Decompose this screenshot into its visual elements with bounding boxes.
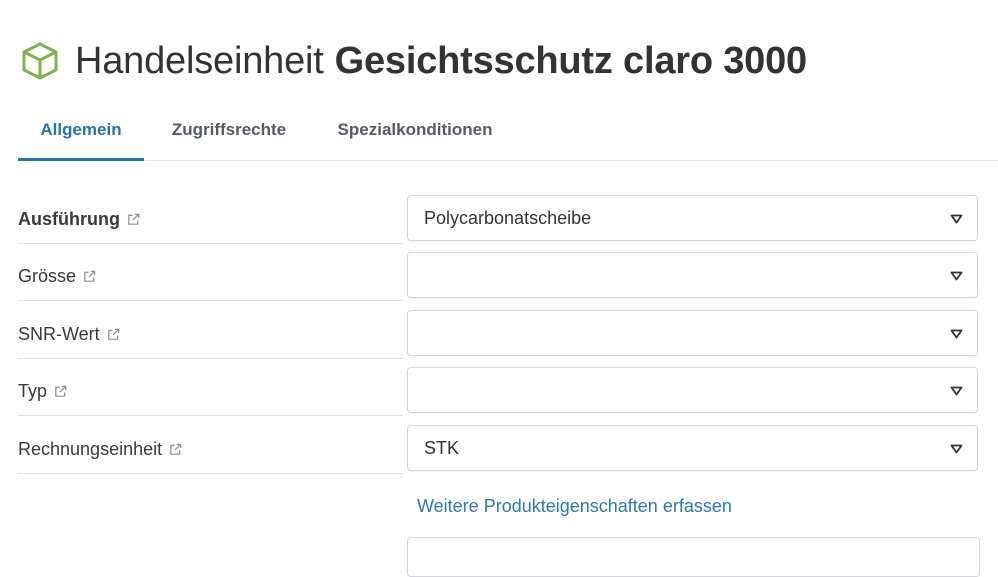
caret-down-icon <box>950 271 963 281</box>
external-link-icon[interactable] <box>82 269 97 284</box>
title-prefix: Handelseinheit <box>75 39 324 82</box>
page-title: Handelseinheit Gesichtsschutz claro 3000 <box>20 36 807 86</box>
field-label-text: Ausführung <box>18 208 120 229</box>
caret-down-icon <box>950 214 963 224</box>
next-field-input[interactable] <box>407 537 980 577</box>
caret-down-icon <box>950 329 963 339</box>
tab-spezialkonditionen[interactable]: Spezialkonditionen <box>322 100 508 159</box>
add-product-properties-link[interactable]: Weitere Produkteigenschaften erfassen <box>417 496 732 517</box>
field-label: Rechnungseinheit <box>18 425 403 474</box>
caret-down-icon <box>950 386 963 396</box>
field-label: Ausführung <box>18 195 403 244</box>
form-row-rechnungseinheit: Rechnungseinheit STK <box>18 425 980 475</box>
select-value: STK <box>424 437 460 458</box>
select-value: Polycarbonatscheibe <box>424 207 592 228</box>
field-label-text: Grösse <box>18 265 77 286</box>
cube-icon <box>22 42 58 80</box>
groesse-select[interactable] <box>407 252 978 298</box>
form-row-ausfuehrung: Ausführung Polycarbonatscheibe <box>18 195 980 245</box>
form-row-groesse: Grösse <box>18 252 980 302</box>
field-label: Typ <box>18 367 403 416</box>
external-link-icon[interactable] <box>106 327 121 342</box>
field-label: SNR-Wert <box>18 310 403 359</box>
form-row-typ: Typ <box>18 367 980 417</box>
external-link-icon[interactable] <box>53 384 68 399</box>
field-label-text: Typ <box>18 380 48 401</box>
tab-zugriffsrechte[interactable]: Zugriffsrechte <box>154 100 304 159</box>
rechnungseinheit-select[interactable]: STK <box>407 425 978 471</box>
title-product-name: Gesichtsschutz claro 3000 <box>334 39 808 82</box>
external-link-icon[interactable] <box>168 442 183 457</box>
form-row-snr-wert: SNR-Wert <box>18 310 980 360</box>
ausfuehrung-select[interactable]: Polycarbonatscheibe <box>407 195 978 241</box>
external-link-icon[interactable] <box>126 212 141 227</box>
tab-bar: Allgemein Zugriffsrechte Spezialkonditio… <box>18 100 998 161</box>
field-label-text: Rechnungseinheit <box>18 438 163 459</box>
field-label-text: SNR-Wert <box>18 323 100 344</box>
caret-down-icon <box>950 444 963 454</box>
field-label: Grösse <box>18 252 403 301</box>
snr-wert-select[interactable] <box>407 310 978 356</box>
typ-select[interactable] <box>407 367 978 413</box>
tab-allgemein[interactable]: Allgemein <box>18 100 144 161</box>
